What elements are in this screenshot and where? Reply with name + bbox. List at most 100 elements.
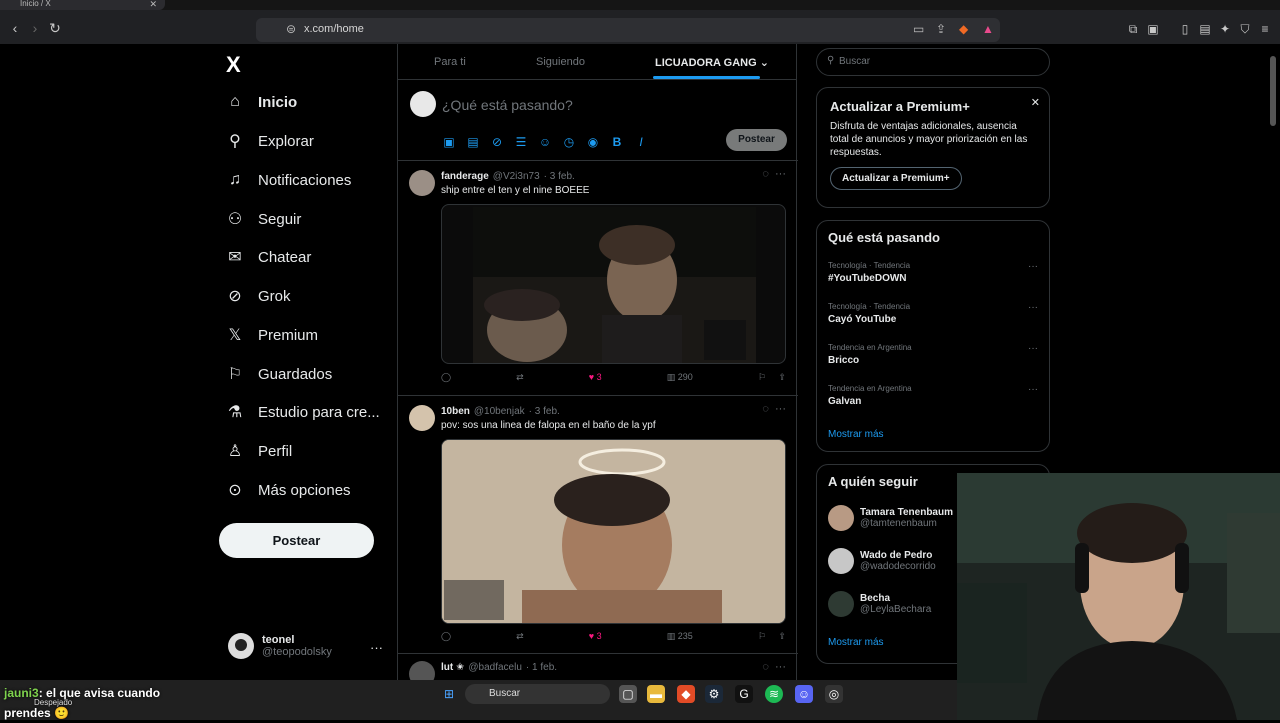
account-switcher[interactable]: teonel @teopodolsky xyxy=(228,633,332,659)
grok-icon[interactable]: ◌ xyxy=(762,168,769,180)
reload-icon[interactable]: ↻ xyxy=(47,20,63,36)
wallet-icon[interactable]: ▤ xyxy=(1198,22,1212,36)
brave-browser-icon[interactable]: ◆ xyxy=(677,685,695,703)
windows-start-icon[interactable]: ⊞ xyxy=(440,685,458,703)
tweet-video[interactable] xyxy=(441,204,786,364)
brave-shield-icon[interactable]: ◆ xyxy=(959,22,968,36)
share-icon[interactable]: ⇪ xyxy=(936,22,946,36)
more-icon[interactable]: ··· xyxy=(1028,343,1038,354)
sidebar-item-grok[interactable]: ⊘ Grok xyxy=(226,282,290,310)
task-view-icon[interactable]: ▢ xyxy=(619,685,637,703)
search-input[interactable]: ⚲ Buscar xyxy=(816,48,1050,76)
retweet-icon[interactable]: ⇄ xyxy=(516,372,524,383)
reply-icon[interactable]: ◯ xyxy=(441,372,451,383)
share-icon[interactable]: ⇪ xyxy=(778,631,786,641)
site-info-icon[interactable]: ⊜ xyxy=(286,22,296,36)
show-more-follow-link[interactable]: Mostrar más xyxy=(828,637,884,648)
close-icon[interactable]: ✕ xyxy=(1031,96,1040,109)
retweet-icon[interactable]: ⇄ xyxy=(516,631,524,642)
chevron-down-icon[interactable]: ⌄ xyxy=(760,57,769,69)
grok-icon[interactable]: ⊘ xyxy=(490,135,504,149)
gif-icon[interactable]: ▤ xyxy=(466,135,480,149)
like-button[interactable]: ♥ 3 xyxy=(589,372,602,383)
x-logo-icon[interactable]: X xyxy=(226,52,241,78)
share-icon[interactable]: ⇪ xyxy=(778,372,786,382)
tweet[interactable]: 10ben @10benjak · 3 feb. ◌ ··· pov: sos … xyxy=(398,397,798,654)
tab-licuadora-gang[interactable]: LICUADORA GANG ⌄ xyxy=(655,56,769,69)
brave-rewards-icon[interactable]: ▲ xyxy=(982,22,994,36)
more-icon[interactable]: ··· xyxy=(1028,261,1038,272)
cast-icon[interactable]: ▭ xyxy=(913,22,924,36)
g-hub-icon[interactable]: G xyxy=(735,685,753,703)
sidebar-item-seguir[interactable]: ⚇ Seguir xyxy=(226,205,302,233)
trend-item[interactable]: Tecnología · Tendencia #YouTubeDOWN ··· xyxy=(828,261,1038,284)
forward-icon[interactable]: › xyxy=(27,20,43,36)
more-icon[interactable]: ··· xyxy=(775,403,786,415)
bookmark-icon[interactable]: ⚐ xyxy=(758,372,766,382)
poll-icon[interactable]: ☰ xyxy=(514,135,528,149)
extensions-icon[interactable]: ⧉ xyxy=(1126,22,1140,36)
trend-item[interactable]: Tendencia en Argentina Bricco ··· xyxy=(828,343,1038,366)
upgrade-premium-button[interactable]: Actualizar a Premium+ xyxy=(830,167,962,190)
show-more-trends-link[interactable]: Mostrar más xyxy=(828,429,884,440)
schedule-icon[interactable]: ◷ xyxy=(562,135,576,149)
location-icon[interactable]: ◉ xyxy=(586,135,600,149)
grok-icon[interactable]: ◌ xyxy=(762,661,769,673)
tweet-author[interactable]: fanderage xyxy=(441,171,489,182)
steam-icon[interactable]: ⚙ xyxy=(705,685,723,703)
reply-icon[interactable]: ◯ xyxy=(441,631,451,642)
sidebar-item-premium[interactable]: 𝕏 Premium xyxy=(226,321,318,349)
more-icon[interactable]: ··· xyxy=(1028,302,1038,313)
leo-ai-icon[interactable]: ✦ xyxy=(1218,22,1232,36)
page-scrollbar[interactable] xyxy=(1270,56,1276,126)
trend-item[interactable]: Tecnología · Tendencia Cayó YouTube ··· xyxy=(828,302,1038,325)
tweet-author[interactable]: 10ben xyxy=(441,406,470,417)
tab-para-ti[interactable]: Para ti xyxy=(434,56,466,68)
spotify-icon[interactable]: ≋ xyxy=(765,685,783,703)
sidebar-item-mas-opciones[interactable]: ⊙ Más opciones xyxy=(226,476,350,504)
menu-icon[interactable]: ≡ xyxy=(1258,22,1272,36)
more-icon[interactable]: ··· xyxy=(775,168,786,180)
follow-suggestion[interactable]: Tamara Tenenbaum @tamtenenbaum xyxy=(828,505,953,531)
tweet-handle[interactable]: @V2i3n73 xyxy=(493,171,540,182)
vpn-icon[interactable]: ⛉ xyxy=(1238,22,1252,36)
emoji-icon[interactable]: ☺ xyxy=(538,135,552,149)
sidebar-item-inicio[interactable]: ⌂ Inicio xyxy=(226,88,297,116)
more-icon[interactable]: ··· xyxy=(370,640,383,655)
avatar[interactable] xyxy=(409,405,435,431)
compose-input[interactable]: ¿Qué está pasando? xyxy=(442,97,573,113)
sidebar-item-notificaciones[interactable]: ♫ Notificaciones xyxy=(226,166,351,194)
sidebar-item-chatear[interactable]: ✉ Chatear xyxy=(226,243,311,271)
views-stat[interactable]: ▥ 290 xyxy=(667,372,693,383)
tweet[interactable]: fanderage @V2i3n73 · 3 feb. ◌ ··· ship e… xyxy=(398,162,798,396)
browser-tab[interactable]: Inicio / X ✕ xyxy=(0,0,165,10)
taskbar-search[interactable]: Buscar xyxy=(465,684,610,704)
like-button[interactable]: ♥ 3 xyxy=(589,631,602,642)
sidebar-icon[interactable]: ▯ xyxy=(1178,22,1192,36)
tweet-date[interactable]: · 1 feb. xyxy=(526,662,557,673)
address-bar[interactable]: ⊜ x.com/home ▭ ⇪ ◆ ▲ xyxy=(256,18,1000,42)
tweet-video[interactable] xyxy=(441,439,786,624)
more-icon[interactable]: ··· xyxy=(775,661,786,673)
tweet-date[interactable]: · 3 feb. xyxy=(544,171,575,182)
more-icon[interactable]: ··· xyxy=(1028,384,1038,395)
tab-search-icon[interactable]: ▣ xyxy=(1146,22,1160,36)
italic-icon[interactable]: I xyxy=(634,135,648,149)
tweet-date[interactable]: · 3 feb. xyxy=(529,406,560,417)
compose-post-button[interactable]: Postear xyxy=(726,129,787,151)
sidebar-item-perfil[interactable]: ♙ Perfil xyxy=(226,437,292,465)
avatar[interactable] xyxy=(409,170,435,196)
views-stat[interactable]: ▥ 235 xyxy=(667,631,693,642)
grok-icon[interactable]: ◌ xyxy=(762,403,769,415)
follow-suggestion[interactable]: Becha @LeylaBechara xyxy=(828,591,931,617)
sidebar-item-explorar[interactable]: ⚲ Explorar xyxy=(226,127,314,155)
tab-siguiendo[interactable]: Siguiendo xyxy=(536,56,585,68)
close-tab-icon[interactable]: ✕ xyxy=(149,0,157,9)
post-button[interactable]: Postear xyxy=(219,523,374,558)
discord-icon[interactable]: ☺ xyxy=(795,685,813,703)
back-icon[interactable]: ‹ xyxy=(7,20,23,36)
obs-icon[interactable]: ◎ xyxy=(825,685,843,703)
trend-item[interactable]: Tendencia en Argentina Galvan ··· xyxy=(828,384,1038,407)
sidebar-item-estudio[interactable]: ⚗ Estudio para cre... xyxy=(226,398,380,426)
bold-icon[interactable]: B xyxy=(610,135,624,149)
